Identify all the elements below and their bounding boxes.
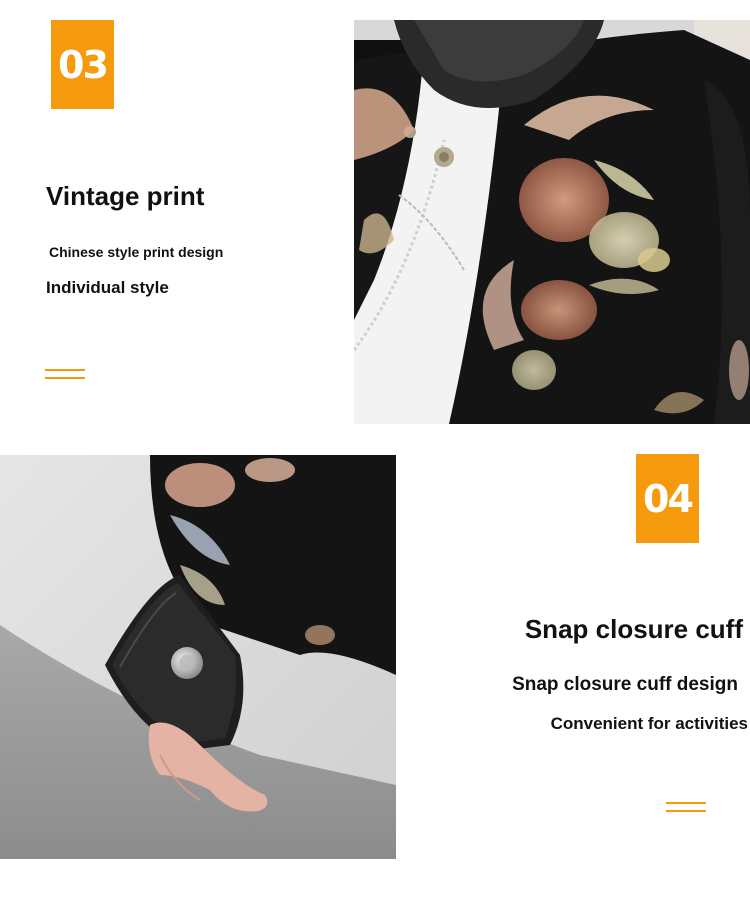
section-number-badge-03: 03 [51, 20, 114, 109]
feature-description-line-1: Chinese style print design [49, 244, 224, 260]
accent-lines-04 [666, 802, 706, 818]
feature-description-line-2: Individual style [46, 278, 169, 297]
section-number-04: 04 [643, 476, 694, 521]
jacket-print-photo [354, 20, 750, 424]
feature-description-line-2: Convenient for activities [550, 714, 748, 733]
feature-title-vintage-print: Vintage print [46, 181, 205, 211]
section-number-03: 03 [58, 42, 109, 87]
feature-title-snap-closure-cuff: Snap closure cuff [524, 614, 743, 644]
accent-lines-03 [45, 369, 85, 385]
feature-description-line-1: Snap closure cuff design [512, 674, 738, 695]
cuff-snap-photo [0, 455, 396, 859]
section-number-badge-04: 04 [636, 454, 699, 543]
